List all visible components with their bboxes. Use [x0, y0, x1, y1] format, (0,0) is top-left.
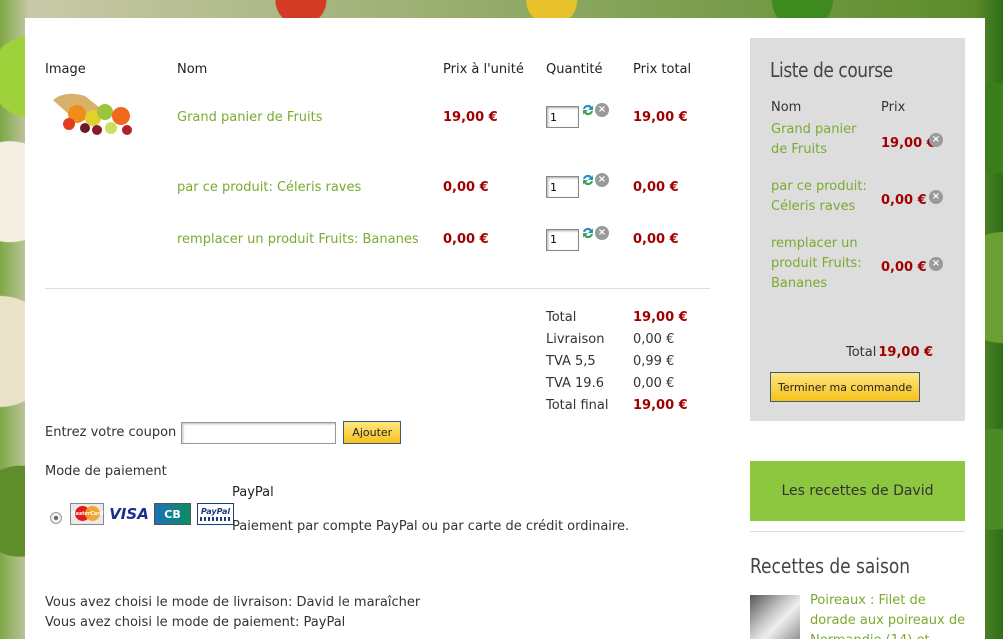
delete-icon[interactable]: × — [929, 190, 943, 204]
delete-icon[interactable]: × — [929, 257, 943, 271]
refresh-icon[interactable] — [581, 226, 595, 240]
recipe-thumbnail[interactable] — [750, 595, 800, 639]
basket-total-value: 19,00 € — [878, 345, 934, 360]
paypal-icon: PayPal — [197, 503, 234, 525]
coupon-form: Entrez votre coupon Ajouter — [45, 421, 402, 444]
item-name[interactable]: remplacer un produit Fruits: Bananes — [177, 222, 443, 257]
cart-header-row: Image Nom Prix à l'unité Quantité Prix t… — [45, 56, 710, 82]
basket-total: Total 19,00 € — [846, 345, 933, 360]
mastercard-icon: MasterCard — [70, 503, 104, 525]
page: Image Nom Prix à l'unité Quantité Prix t… — [25, 18, 985, 639]
card-logos: MasterCard VISA CB PayPal — [70, 503, 234, 525]
season-title: Recettes de saison — [750, 554, 911, 578]
paypal-radio[interactable] — [50, 512, 62, 524]
table-row: Grand panier de Fruits 19,00 € × 19,00 € — [45, 82, 710, 152]
col-image: Image — [45, 61, 86, 77]
quantity-control: × — [546, 103, 609, 128]
delete-icon[interactable]: × — [929, 133, 943, 147]
cb-icon: CB — [154, 503, 191, 525]
quantity-control: × — [546, 225, 609, 251]
cart-table: Image Nom Prix à l'unité Quantité Prix t… — [45, 56, 710, 257]
checkout-button[interactable]: Terminer ma commande — [770, 372, 921, 402]
order-summary: Vous avez choisi le mode de livraison: D… — [45, 593, 420, 633]
basket-item-price: 0,00 € — [881, 193, 927, 208]
basket-col-price: Prix — [881, 100, 906, 115]
coupon-label: Entrez votre coupon — [45, 425, 177, 440]
col-quantity: Quantité — [546, 61, 603, 77]
item-total: 0,00 € — [633, 232, 679, 247]
quantity-control: × — [546, 173, 609, 198]
payment-method-desc: Paiement par compte PayPal ou par carte … — [232, 519, 630, 534]
col-name: Nom — [177, 61, 208, 77]
shipping-value: 0,00 € — [633, 331, 675, 347]
basket-item-name[interactable]: remplacer un produit Fruits: Bananes — [771, 234, 876, 294]
basket-item-price: 19,00 € — [881, 136, 936, 151]
quantity-input[interactable] — [546, 228, 579, 251]
shopping-list-title: Liste de course — [770, 58, 893, 82]
total-label: Total — [546, 309, 577, 325]
item-unit-price: 0,00 € — [443, 179, 489, 195]
basket-item-name[interactable]: par ce produit: Céleris raves — [771, 177, 876, 217]
item-total: 19,00 € — [633, 109, 688, 125]
quantity-input[interactable] — [546, 106, 579, 128]
final-label: Total final — [546, 397, 609, 413]
coupon-input[interactable] — [181, 421, 337, 444]
total-value: 19,00 € — [633, 309, 688, 325]
totals-block: Total 19,00 € Livraison 0,00 € TVA 5,5 0,99… — [546, 306, 688, 416]
delete-icon[interactable]: × — [595, 103, 609, 117]
tva1-value: 0,99 € — [633, 353, 675, 369]
item-total: 0,00 € — [633, 179, 679, 195]
sidebar: Liste de course Nom Prix Grand panier de… — [750, 38, 965, 639]
final-value: 19,00 € — [633, 397, 688, 413]
item-unit-price: 19,00 € — [443, 109, 498, 125]
col-unit-price: Prix à l'unité — [443, 61, 524, 77]
payment-label: Mode de paiement — [45, 464, 167, 479]
add-coupon-button[interactable]: Ajouter — [343, 421, 402, 444]
payment-option: MasterCard VISA CB PayPal PayPal Paiemen… — [50, 485, 670, 555]
table-row: par ce produit: Céleris raves 0,00 € × 0… — [45, 152, 710, 222]
item-name[interactable]: par ce produit: Céleris raves — [177, 152, 443, 222]
chosen-delivery: Vous avez choisi le mode de livraison: D… — [45, 595, 421, 610]
payment-method-name: PayPal — [232, 485, 274, 500]
refresh-icon[interactable] — [581, 103, 595, 117]
recipe-item: Poireaux : Filet de dorade aux poireaux … — [750, 593, 965, 639]
shipping-label: Livraison — [546, 331, 605, 347]
visa-icon: VISA — [109, 505, 149, 523]
recipe-link[interactable]: Poireaux : Filet de dorade aux poireaux … — [810, 591, 970, 639]
divider — [45, 288, 710, 289]
item-unit-price: 0,00 € — [443, 232, 489, 247]
table-row: remplacer un produit Fruits: Bananes 0,0… — [45, 222, 710, 257]
tva1-label: TVA 5,5 — [546, 353, 596, 369]
item-name[interactable]: Grand panier de Fruits — [177, 82, 443, 152]
basket-total-label: Total — [846, 345, 877, 360]
basket-col-name: Nom — [771, 100, 802, 115]
refresh-icon[interactable] — [581, 173, 595, 187]
basket-item-price: 0,00 € — [881, 260, 927, 275]
col-total-price: Prix total — [633, 61, 692, 77]
delete-icon[interactable]: × — [595, 173, 609, 187]
tva2-value: 0,00 € — [633, 375, 675, 391]
shopping-list: Liste de course Nom Prix Grand panier de… — [750, 38, 965, 421]
divider — [750, 531, 965, 532]
recipes-button[interactable]: Les recettes de David — [750, 461, 965, 521]
delete-icon[interactable]: × — [595, 225, 609, 240]
tva2-label: TVA 19.6 — [546, 375, 604, 391]
quantity-input[interactable] — [546, 176, 579, 198]
chosen-payment: Vous avez choisi le mode de paiement: Pa… — [45, 615, 346, 630]
product-image[interactable] — [45, 82, 145, 152]
basket-item-name[interactable]: Grand panier de Fruits — [771, 120, 876, 160]
